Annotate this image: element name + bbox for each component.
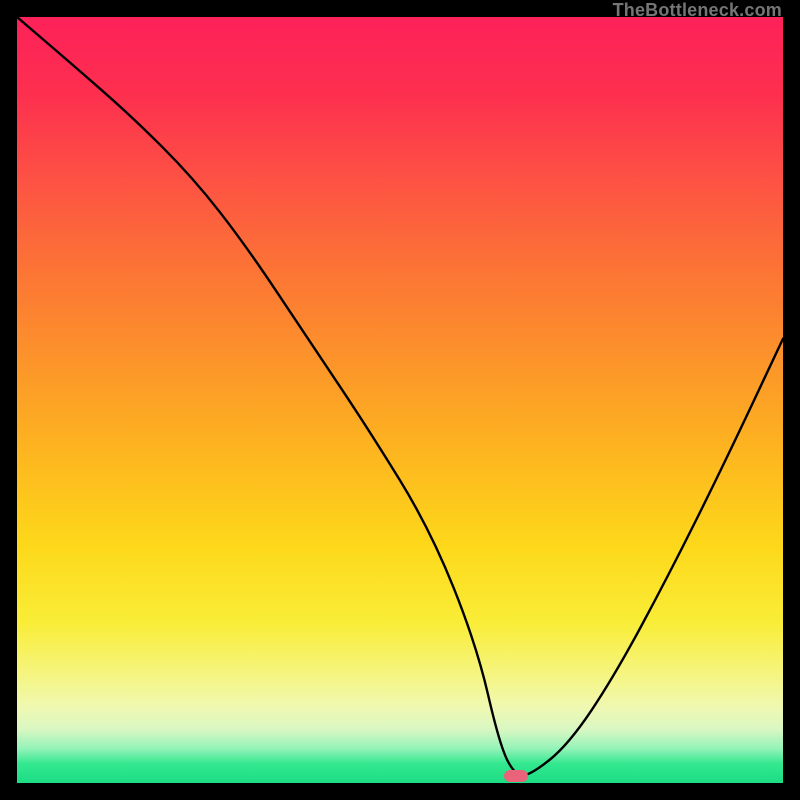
chart-stage: TheBottleneck.com — [0, 0, 800, 800]
bottleneck-curve — [17, 17, 783, 783]
optimum-marker — [504, 770, 528, 782]
curve-path — [17, 17, 783, 775]
watermark-text: TheBottleneck.com — [613, 0, 782, 21]
plot-area — [17, 17, 783, 783]
